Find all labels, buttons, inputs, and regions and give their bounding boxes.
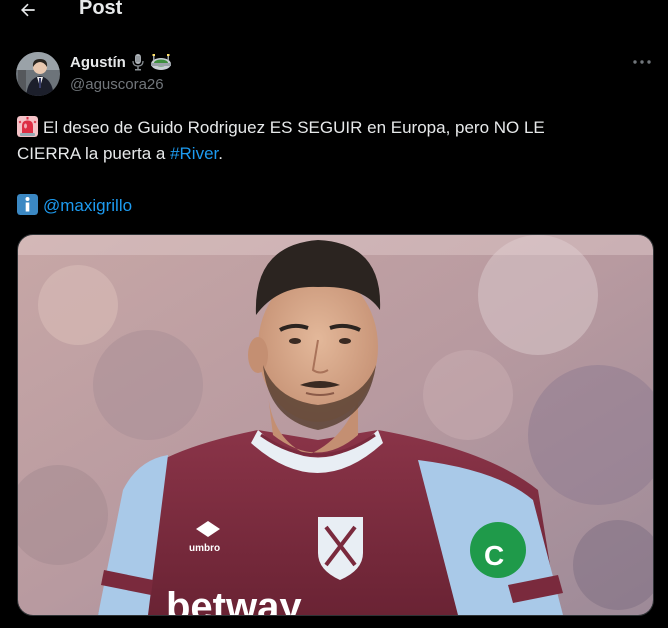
author-name-row: Agustín: [70, 52, 172, 72]
tweet-photo[interactable]: umbro betway C: [17, 234, 654, 616]
more-horizontal-icon: [633, 60, 651, 64]
author-handle[interactable]: @aguscora26: [70, 76, 164, 93]
avatar[interactable]: [16, 52, 60, 96]
back-button[interactable]: [12, 0, 44, 26]
tweet-line-source: @maxigrillo: [17, 193, 647, 219]
arrow-left-icon: [21, 3, 35, 17]
information-icon: [17, 194, 38, 215]
page-title: Post: [79, 0, 123, 19]
tweet-line-1-text: El deseo de Guido Rodriguez ES SEGUIR en…: [43, 118, 545, 137]
tweet-line-2-text: CIERRA la puerta a: [17, 144, 171, 163]
svg-text:C: C: [484, 540, 504, 571]
shirt-brand-text: umbro: [189, 543, 220, 554]
author-name[interactable]: Agustín: [70, 54, 126, 71]
tweet-line-1: El deseo de Guido Rodriguez ES SEGUIR en…: [17, 115, 647, 141]
tweet-text: El deseo de Guido Rodriguez ES SEGUIR en…: [17, 115, 647, 219]
microphone-icon: [130, 53, 146, 71]
stadium-icon: [150, 53, 172, 71]
police-light-icon: [17, 116, 38, 137]
shirt-sponsor-text: betway: [166, 585, 302, 615]
hashtag-link[interactable]: #River: [170, 144, 218, 163]
top-bar: Post: [0, 0, 668, 26]
more-options-button[interactable]: [624, 50, 660, 74]
mention-link[interactable]: @maxigrillo: [43, 196, 132, 215]
tweet-line-2: CIERRA la puerta a #River.: [17, 141, 647, 167]
tweet-line-2-suffix: .: [218, 144, 223, 163]
